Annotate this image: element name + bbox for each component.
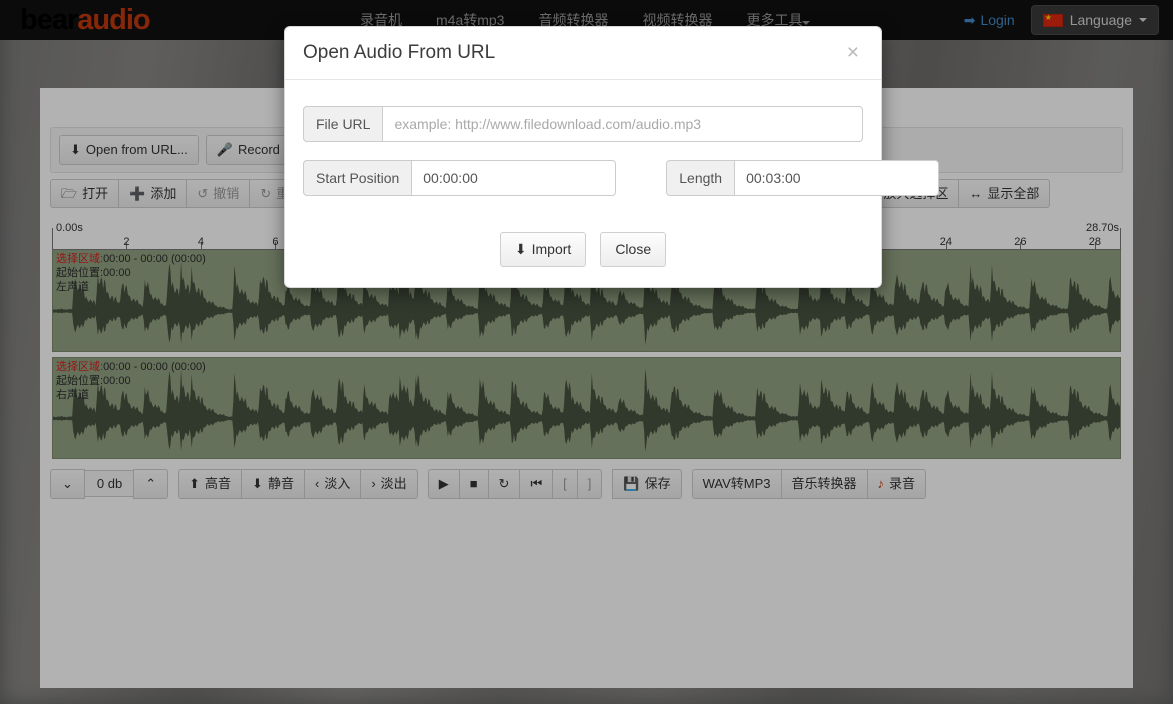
import-label: Import — [532, 240, 572, 259]
close-icon[interactable]: × — [841, 41, 865, 64]
length-label: Length — [666, 160, 734, 196]
start-position-input[interactable] — [411, 160, 616, 196]
length-input[interactable] — [734, 160, 939, 196]
file-url-row: File URL — [303, 106, 863, 142]
modal-header: Open Audio From URL × — [285, 27, 881, 80]
start-position-group: Start Position — [303, 160, 616, 196]
open-audio-from-url-dialog: Open Audio From URL × File URL Start Pos… — [284, 26, 882, 288]
modal-title: Open Audio From URL — [303, 42, 495, 63]
modal-footer: ⬇ Import Close — [285, 222, 881, 287]
file-url-input[interactable] — [382, 106, 863, 142]
length-group: Length — [666, 160, 939, 196]
close-button[interactable]: Close — [600, 232, 666, 267]
close-button-label: Close — [615, 240, 651, 259]
start-position-label: Start Position — [303, 160, 411, 196]
import-button[interactable]: ⬇ Import — [500, 232, 586, 267]
time-row: Start Position Length — [303, 160, 863, 196]
file-url-group: File URL — [303, 106, 863, 142]
modal-body: File URL Start Position Length — [285, 80, 881, 222]
file-url-label: File URL — [303, 106, 382, 142]
download-icon: ⬇ — [515, 240, 527, 259]
